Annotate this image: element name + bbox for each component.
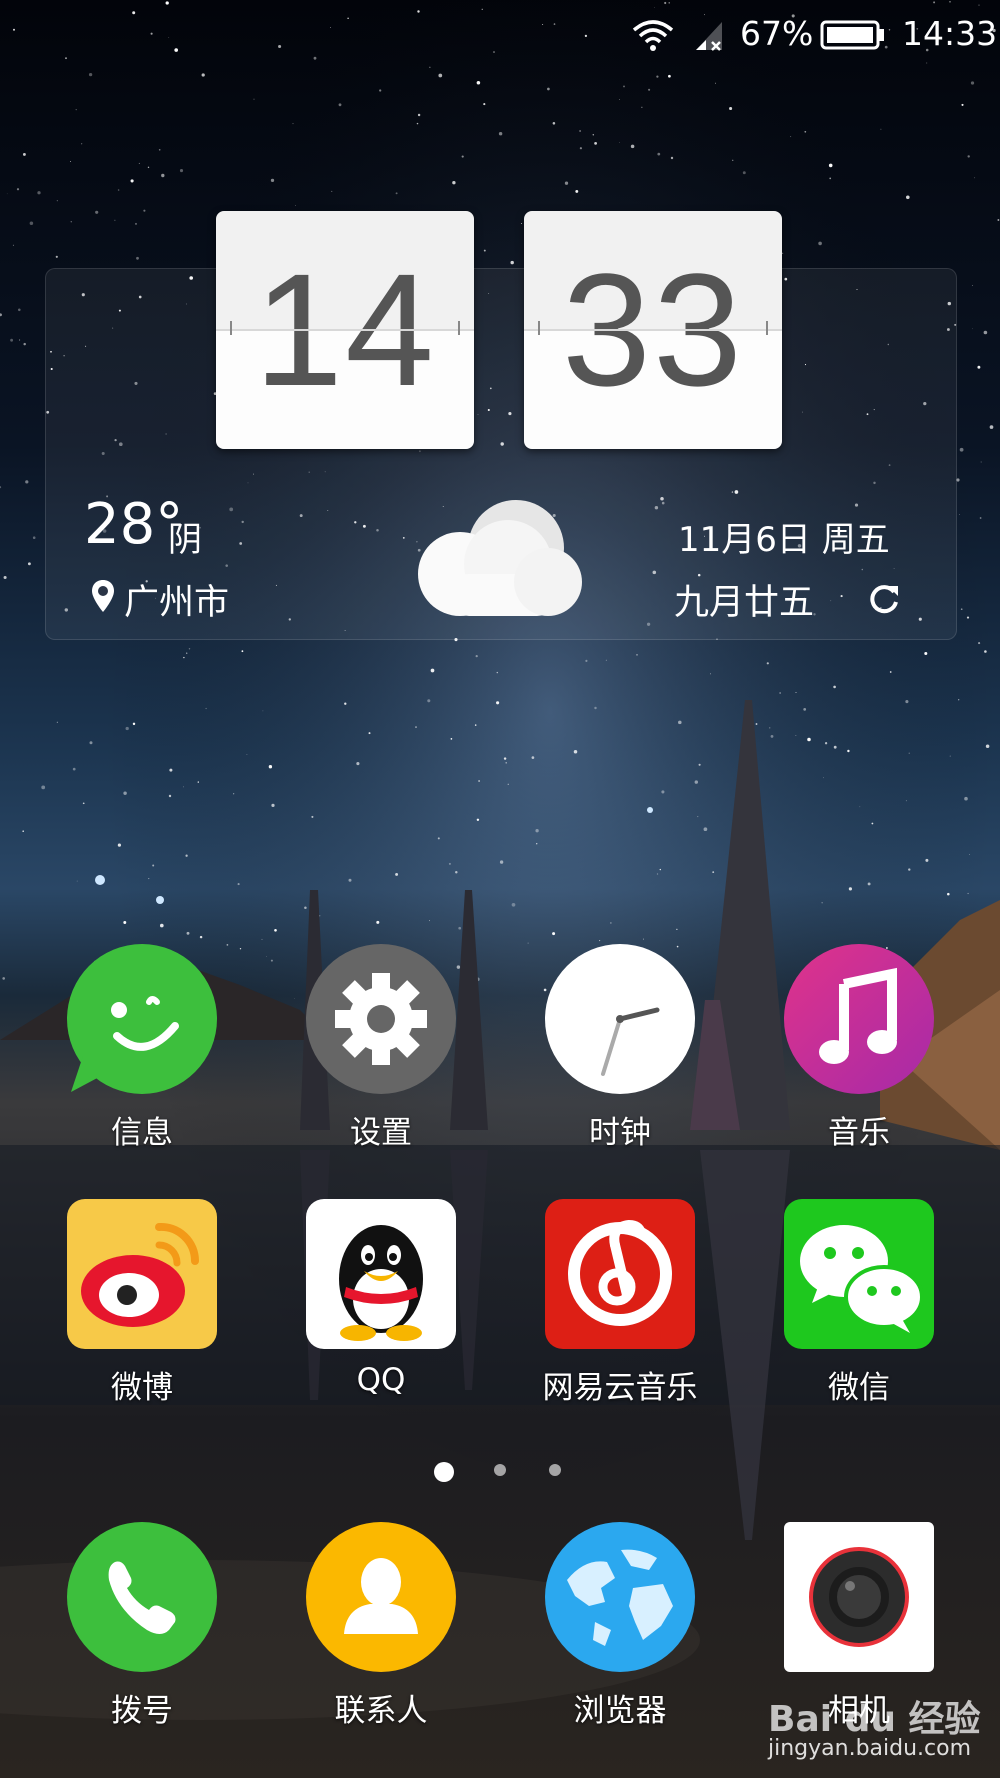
app-label: 设置 xyxy=(350,1115,412,1151)
card-tick xyxy=(230,321,232,335)
cellular-signal-icon xyxy=(696,22,722,51)
status-time: 14:33 xyxy=(902,14,998,53)
page-dot[interactable] xyxy=(549,1464,561,1476)
globe-icon xyxy=(545,1522,695,1672)
clock-icon xyxy=(545,944,695,1094)
wallpaper xyxy=(0,0,1000,1778)
contact-icon xyxy=(306,1522,456,1672)
battery-icon xyxy=(820,20,884,50)
card-tick xyxy=(766,321,768,335)
message-icon xyxy=(67,944,217,1094)
baidu-watermark-url: jingyan.baidu.com xyxy=(768,1736,972,1761)
netease-music-icon xyxy=(545,1199,695,1349)
wechat-icon xyxy=(784,1199,934,1349)
music-note-icon xyxy=(784,944,934,1094)
app-label: 拨号 xyxy=(111,1693,173,1729)
wifi-icon xyxy=(632,20,674,51)
baidu-watermark: Bai du 经验 xyxy=(768,1699,981,1740)
weather-condition: 阴 xyxy=(168,520,202,560)
location-pin-icon xyxy=(92,580,114,612)
phone-icon xyxy=(67,1522,217,1672)
app-label: QQ xyxy=(356,1362,406,1398)
weibo-icon xyxy=(67,1199,217,1349)
card-hinge xyxy=(524,329,782,331)
lunar-date: 九月廿五 xyxy=(674,583,815,623)
minute-card[interactable]: 33 xyxy=(524,211,782,449)
camera-icon xyxy=(784,1522,934,1672)
city-name[interactable]: 广州市 xyxy=(124,574,229,625)
date-text: 11月6日 周五 xyxy=(678,520,890,560)
app-label: 微信 xyxy=(828,1370,890,1406)
hour-card[interactable]: 14 xyxy=(216,211,474,449)
battery-percent: 67% xyxy=(740,14,814,53)
page-dot-active[interactable] xyxy=(434,1462,454,1482)
app-label: 联系人 xyxy=(334,1693,428,1729)
qq-penguin-icon xyxy=(306,1199,456,1349)
app-label: 时钟 xyxy=(589,1115,651,1151)
app-label: 音乐 xyxy=(828,1115,890,1151)
refresh-icon[interactable] xyxy=(866,580,902,616)
card-tick xyxy=(458,321,460,335)
page-dot[interactable] xyxy=(494,1464,506,1476)
card-hinge xyxy=(216,329,474,331)
app-label: 浏览器 xyxy=(573,1693,667,1729)
app-label: 微博 xyxy=(111,1370,173,1406)
gear-icon xyxy=(306,944,456,1094)
status-bar: 67% 14:33 xyxy=(0,0,1000,72)
cloud-icon xyxy=(418,500,582,616)
app-label: 网易云音乐 xyxy=(542,1370,698,1406)
app-label: 信息 xyxy=(111,1115,173,1151)
card-tick xyxy=(538,321,540,335)
